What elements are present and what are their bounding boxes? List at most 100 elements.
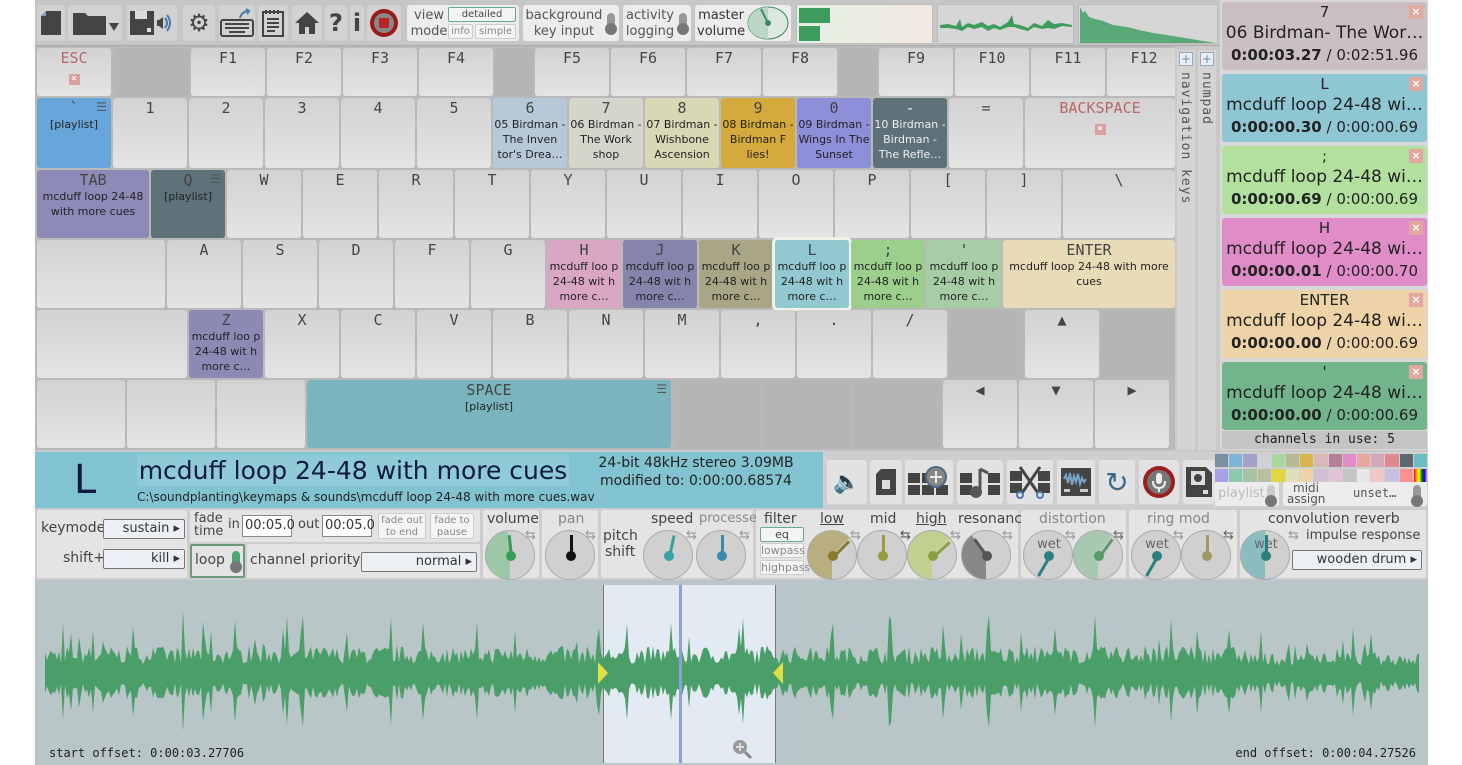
key-d[interactable]: D <box>319 240 393 308</box>
key-f11[interactable]: F11 <box>1031 48 1105 96</box>
color-swatch[interactable] <box>1399 454 1413 467</box>
notepad-button[interactable] <box>258 5 288 41</box>
end-marker-icon[interactable] <box>773 662 783 684</box>
color-swatch[interactable] <box>1285 468 1300 482</box>
color-swatch[interactable] <box>1243 454 1257 467</box>
reset-arrows-icon[interactable]: ⇆ <box>850 528 861 543</box>
color-swatch[interactable] <box>1271 468 1285 482</box>
fade-to-pause-button[interactable]: fade to pause <box>430 513 474 539</box>
stop-channel-icon[interactable]: × <box>1409 149 1423 163</box>
record-stop-button[interactable] <box>367 5 401 41</box>
key-f6[interactable]: F6 <box>611 48 685 96</box>
stop-channel-icon[interactable]: × <box>1409 5 1423 19</box>
clear-key-icon[interactable]: × <box>68 74 80 85</box>
midi-assign-panel[interactable]: midi assign unset… <box>1283 481 1427 507</box>
key-space[interactable]: SPACE [playlist] ☰ <box>307 380 671 448</box>
key-u[interactable]: U <box>607 170 681 238</box>
color-swatch[interactable] <box>1215 468 1229 482</box>
key-g[interactable]: G <box>471 240 545 308</box>
reset-arrows-icon[interactable]: ⇆ <box>1113 528 1124 543</box>
save-audio-button[interactable] <box>127 5 177 41</box>
color-swatch[interactable] <box>1271 454 1285 467</box>
loop-toggle[interactable]: loop <box>190 544 245 578</box>
playhead[interactable] <box>679 585 682 763</box>
key-f12[interactable]: F12 <box>1107 48 1181 96</box>
music-keys-button[interactable] <box>957 460 1003 504</box>
key-blank[interactable] <box>127 380 215 448</box>
reset-arrows-icon[interactable]: ⇆ <box>1173 528 1184 543</box>
color-swatch[interactable] <box>1257 468 1271 482</box>
cut-keys-button[interactable] <box>1007 460 1053 504</box>
key-f2[interactable]: F2 <box>267 48 341 96</box>
filter-eq-button[interactable]: eq <box>760 527 804 542</box>
add-to-keys-button[interactable] <box>905 460 953 504</box>
key-k[interactable]: Kmcduff loo p 24-48 wit h more c… <box>699 240 773 308</box>
start-marker-icon[interactable] <box>598 662 608 684</box>
color-swatch[interactable] <box>1285 454 1300 467</box>
color-swatch[interactable] <box>1300 468 1314 482</box>
key-7[interactable]: 7 06 Birdman - The Work shop <box>569 98 643 168</box>
channel-item[interactable]: Hmcduff loop 24-48 wi… 0:00:00.01 / 0:00:… <box>1222 218 1427 286</box>
key-v[interactable]: V <box>417 310 491 378</box>
reset-arrows-icon[interactable]: ⇆ <box>739 528 750 543</box>
key-o[interactable]: O <box>759 170 833 238</box>
key-backspace[interactable]: BACKSPACE × <box>1025 98 1175 168</box>
key-p[interactable]: P <box>835 170 909 238</box>
navigation-keys-tab[interactable]: + navigation keys <box>1177 50 1195 450</box>
key-2[interactable]: 2 <box>189 98 263 168</box>
key-e[interactable]: E <box>303 170 377 238</box>
reset-arrows-icon[interactable]: ⇆ <box>1002 528 1013 543</box>
color-swatch[interactable] <box>1413 454 1427 467</box>
filter-highpass-button[interactable]: highpass <box>760 560 810 575</box>
color-swatch[interactable] <box>1328 468 1342 482</box>
clear-key-icon[interactable]: × <box>1094 124 1106 135</box>
key-tab[interactable]: TAB mcduff loop 24-48 with more cues <box>37 170 149 238</box>
reset-arrows-icon[interactable]: ⇆ <box>950 528 961 543</box>
reset-arrows-icon[interactable]: ⇆ <box>686 528 697 543</box>
open-folder-button[interactable] <box>68 5 122 41</box>
color-swatch[interactable] <box>1342 468 1356 482</box>
view-mode-detailed[interactable]: detailed <box>448 7 516 22</box>
color-swatch[interactable] <box>1314 468 1328 482</box>
key-l[interactable]: Lmcduff loo p 24-48 wit h more c… <box>775 240 849 308</box>
key-x59[interactable]: ; mcduff loo p 24-48 wit h more c… <box>851 240 925 308</box>
key-x9654[interactable]: ▶ <box>1095 380 1169 448</box>
info-button[interactable]: i <box>350 5 364 41</box>
channel-item[interactable]: 7 06 Birdman- The Wor… 0:00:03.27 / 0:02:5… <box>1222 2 1427 70</box>
channel-item[interactable]: ENTER mcduff loop 24-48 wi… 0:00:00.00 / 0… <box>1222 290 1427 358</box>
color-swatch[interactable] <box>1243 468 1257 482</box>
key-x39[interactable]: ' mcduff loo p 24-48 wit h more c… <box>927 240 1001 308</box>
reset-arrows-icon[interactable]: ⇆ <box>1288 528 1299 543</box>
fade-out-input[interactable]: 00:05.0 <box>322 515 375 537</box>
activity-logging-toggle[interactable]: activity logging <box>623 5 691 41</box>
color-swatch[interactable] <box>1385 468 1399 482</box>
reset-arrows-icon[interactable]: ⇆ <box>1223 528 1234 543</box>
channel-item[interactable]: ; mcduff loop 24-48 wi… 0:00:00.69 / 0:00:… <box>1222 146 1427 214</box>
key-esc[interactable]: ESC × <box>37 48 111 96</box>
key-6[interactable]: 6 05 Birdman - The Inven tor's Drea… <box>493 98 567 168</box>
key-w[interactable]: W <box>227 170 301 238</box>
waveform-editor[interactable]: start offset: 0:00:03.27706 end offset: … <box>35 580 1428 765</box>
key-1[interactable]: 1 <box>113 98 187 168</box>
key-j[interactable]: Jmcduff loo p 24-48 wit h more c… <box>623 240 697 308</box>
key-m[interactable]: M <box>645 310 719 378</box>
numpad-tab[interactable]: + numpad <box>1198 50 1216 450</box>
color-swatch[interactable] <box>1328 454 1342 467</box>
playlist-toggle[interactable]: playlist <box>1215 482 1279 507</box>
stop-channel-icon[interactable]: × <box>1409 293 1423 307</box>
key-c[interactable]: C <box>341 310 415 378</box>
key-f[interactable]: F <box>395 240 469 308</box>
key-f1[interactable]: F1 <box>191 48 265 96</box>
color-swatch[interactable] <box>1385 454 1399 467</box>
shift-select[interactable]: kill ▸ <box>103 549 185 569</box>
stop-channel-icon[interactable]: × <box>1409 221 1423 235</box>
open-sound-button[interactable]: 🔈 <box>827 460 867 504</box>
home-button[interactable] <box>292 5 322 41</box>
key-8[interactable]: 8 07 Birdman - Wishbone Ascension <box>645 98 719 168</box>
key-blank[interactable] <box>37 310 187 378</box>
key-blank[interactable] <box>37 380 125 448</box>
view-mode-info[interactable]: info <box>448 24 473 39</box>
impulse-response-select[interactable]: wooden drum ▸ <box>1292 550 1422 570</box>
key-i[interactable]: I <box>683 170 757 238</box>
new-blank-button[interactable] <box>870 460 902 504</box>
